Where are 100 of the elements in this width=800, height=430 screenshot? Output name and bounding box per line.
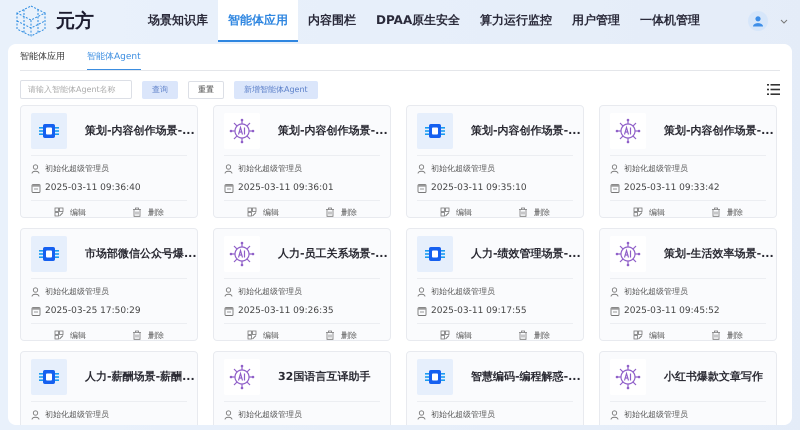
agent-card[interactable]: 人力-薪酬场景-薪酬... 初始化超级管理员 <box>20 351 198 425</box>
agent-title: 策划-内容创作场景-... <box>664 123 774 138</box>
ai-circuit-icon <box>229 118 255 144</box>
creator-name: 初始化超级管理员 <box>45 409 109 420</box>
delete-button[interactable]: 删除 <box>109 328 187 340</box>
agent-title: 策划-内容创作场景-... <box>278 123 388 138</box>
search-field[interactable]: 请输入智能体Agent名称 <box>20 80 132 99</box>
user-icon <box>610 286 620 296</box>
edit-button[interactable]: 编辑 <box>417 206 495 217</box>
agent-card[interactable]: 32国语言互译助手 初始化超级管理员 <box>213 351 391 425</box>
edit-icon <box>54 207 64 217</box>
creator-name: 初始化超级管理员 <box>238 163 302 174</box>
delete-button[interactable]: 删除 <box>109 206 187 217</box>
agent-card[interactable]: 人力-员工关系场景-... 初始化超级管理员 2025-03-11 09:26:35 编辑 删除 <box>213 228 391 341</box>
edit-button[interactable]: 编辑 <box>610 206 688 217</box>
ai-circuit-icon <box>229 240 255 266</box>
user-icon <box>224 164 234 174</box>
user-icon <box>417 410 427 420</box>
edit-icon <box>440 207 450 217</box>
trash-icon <box>711 330 721 340</box>
brand-name: 元方 <box>56 9 94 34</box>
agent-card[interactable]: 策划-内容创作场景-... 初始化超级管理员 2025-03-11 09:35:10 编辑 删除 <box>406 105 584 218</box>
agent-card[interactable]: 人力-绩效管理场景-... 初始化超级管理员 2025-03-11 09:17:55 编辑 删除 <box>406 228 584 341</box>
edit-button[interactable]: 编辑 <box>224 206 302 217</box>
agent-title: 人力-薪酬场景-薪酬... <box>85 369 195 384</box>
user-icon <box>610 164 620 174</box>
edit-icon <box>54 330 64 340</box>
created-time: 2025-03-11 09:35:10 <box>431 182 527 192</box>
agent-card[interactable]: 策划-生活效率场景-... 初始化超级管理员 2025-03-11 09:45:52 编辑 删除 <box>599 228 777 341</box>
edit-icon <box>440 330 450 340</box>
trash-icon <box>132 330 142 340</box>
creator-name: 初始化超级管理员 <box>238 409 302 420</box>
user-icon <box>224 286 234 296</box>
delete-button[interactable]: 删除 <box>688 206 766 217</box>
user-icon <box>417 286 427 296</box>
calendar-icon <box>417 306 427 316</box>
nav-tab[interactable]: 智能体应用 <box>218 0 298 42</box>
creator-name: 初始化超级管理员 <box>624 286 688 297</box>
calendar-icon <box>31 306 41 316</box>
edit-button[interactable]: 编辑 <box>417 328 495 340</box>
delete-button[interactable]: 删除 <box>495 206 573 217</box>
ai-circuit-icon <box>615 118 641 144</box>
creator-name: 初始化超级管理员 <box>238 286 302 297</box>
delete-button[interactable]: 删除 <box>302 206 380 217</box>
calendar-icon <box>31 182 41 192</box>
calendar-icon <box>610 182 620 192</box>
nav-tab[interactable]: 场景知识库 <box>138 0 218 42</box>
agent-title: 策划-内容创作场景-... <box>85 123 195 138</box>
avatar-icon[interactable] <box>748 11 768 31</box>
ai-circuit-icon <box>229 364 255 390</box>
creator-name: 初始化超级管理员 <box>431 163 495 174</box>
agent-title: 市场部微信公众号爆... <box>85 246 197 261</box>
created-time: 2025-03-11 09:36:40 <box>45 182 141 192</box>
ai-circuit-icon <box>615 240 641 266</box>
list-view-icon[interactable] <box>767 84 780 95</box>
calendar-icon <box>417 182 427 192</box>
nav-tab[interactable]: 内容围栏 <box>298 0 366 42</box>
agent-card[interactable]: 小红书爆款文章写作 初始化超级管理员 <box>599 351 777 425</box>
trash-icon <box>518 330 528 340</box>
cube-logo-icon <box>14 4 48 38</box>
agent-title: 策划-内容创作场景-... <box>471 123 581 138</box>
agent-card[interactable]: 策划-内容创作场景-... 初始化超级管理员 2025-03-11 09:36:01 编辑 删除 <box>213 105 391 218</box>
nav-tab[interactable]: 算力运行监控 <box>470 0 562 42</box>
edit-button[interactable]: 编辑 <box>224 328 302 340</box>
nav-tab[interactable]: DPAA原生安全 <box>366 0 470 42</box>
trash-icon <box>518 207 528 217</box>
caret-icon[interactable] <box>780 18 788 24</box>
calendar-icon <box>610 306 620 316</box>
creator-name: 初始化超级管理员 <box>431 409 495 420</box>
trash-icon <box>325 330 335 340</box>
reset-button[interactable]: 重置 <box>188 80 224 98</box>
calendar-icon <box>224 182 234 192</box>
agent-title: 人力-绩效管理场景-... <box>471 246 581 261</box>
trash-icon <box>325 207 335 217</box>
agent-card[interactable]: 策划-内容创作场景-... 初始化超级管理员 2025-03-11 09:36:40 编辑 删除 <box>20 105 198 218</box>
user-icon <box>610 410 620 420</box>
agent-card[interactable]: 市场部微信公众号爆... 初始化超级管理员 2025-03-25 17:50:29 编辑 删除 <box>20 228 198 341</box>
trash-icon <box>711 207 721 217</box>
sub-tab[interactable]: 智能体应用 <box>20 50 65 70</box>
created-time: 2025-03-11 09:36:01 <box>238 182 334 192</box>
agent-card[interactable]: 策划-内容创作场景-... 初始化超级管理员 2025-03-11 09:33:42 编辑 删除 <box>599 105 777 218</box>
nav-tab[interactable]: 用户管理 <box>562 0 630 42</box>
agent-title: 32国语言互译助手 <box>278 369 370 384</box>
user-icon <box>31 410 41 420</box>
edit-button[interactable]: 编辑 <box>31 328 109 340</box>
edit-icon <box>247 207 257 217</box>
delete-button[interactable]: 删除 <box>302 328 380 340</box>
delete-button[interactable]: 删除 <box>495 328 573 340</box>
calendar-icon <box>224 306 234 316</box>
agent-title: 人力-员工关系场景-... <box>278 246 388 261</box>
edit-button[interactable]: 编辑 <box>610 328 688 340</box>
trash-icon <box>132 207 142 217</box>
edit-button[interactable]: 编辑 <box>31 206 109 217</box>
created-time: 2025-03-11 09:45:52 <box>624 306 720 316</box>
delete-button[interactable]: 删除 <box>688 328 766 340</box>
agent-card[interactable]: 智慧编码-编程解惑-... 初始化超级管理员 <box>406 351 584 425</box>
edit-icon <box>633 330 643 340</box>
sub-tab[interactable]: 智能体Agent <box>87 50 141 70</box>
creator-name: 初始化超级管理员 <box>45 286 109 297</box>
nav-tab[interactable]: 一体机管理 <box>630 0 710 42</box>
